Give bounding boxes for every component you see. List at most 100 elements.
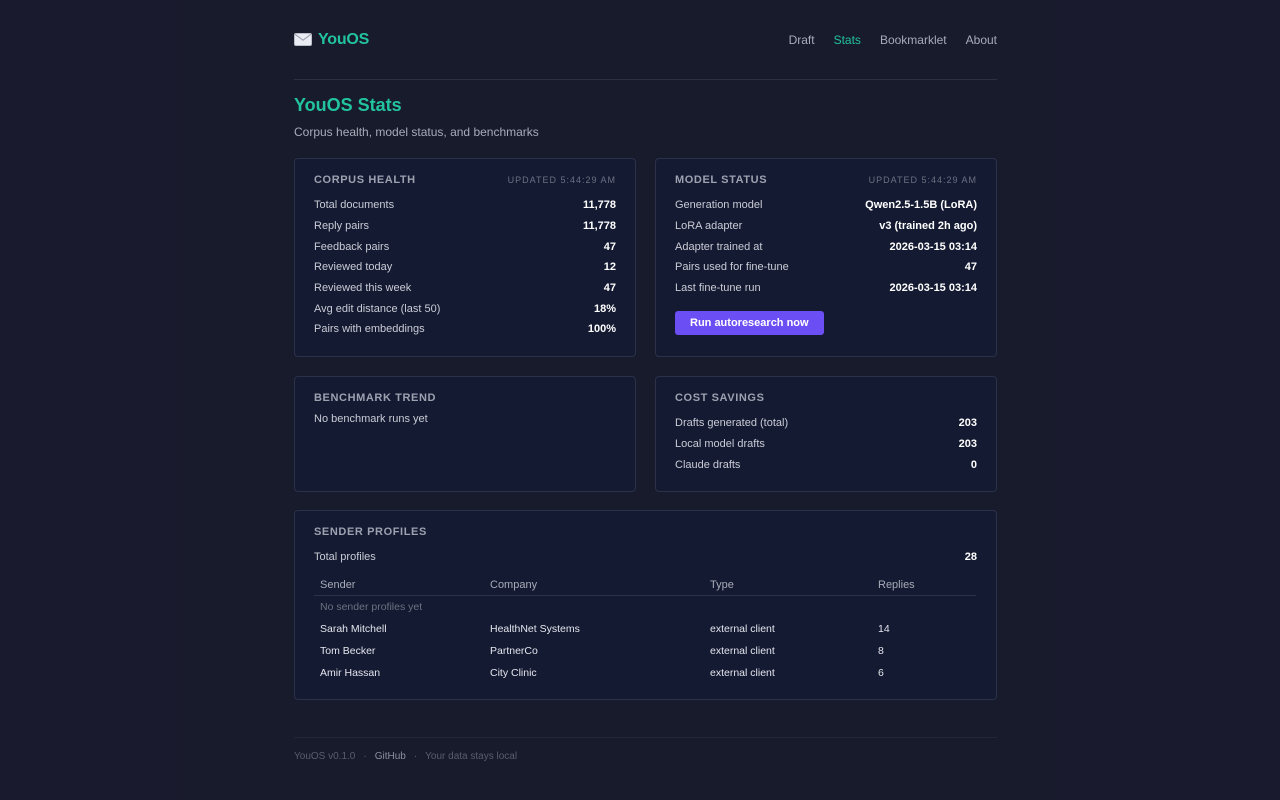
card-title: Cost Savings <box>675 392 765 404</box>
page: YouOS Draft Stats Bookmarklet About YouO… <box>178 0 1058 800</box>
cell-type: external client <box>710 666 775 679</box>
sender-profiles-card: Sender Profiles Total profiles 28 Sender… <box>294 510 997 700</box>
stat-label: Pairs used for fine-tune <box>675 261 789 274</box>
table-row[interactable]: Amir Hassan City Clinic external client … <box>314 662 976 684</box>
stat-value: 203 <box>958 438 977 451</box>
stat-value: 11,778 <box>582 220 616 233</box>
cost-savings-card: Cost Savings Drafts generated (total) 203… <box>655 376 997 492</box>
cell-replies: 6 <box>878 666 884 679</box>
cell-company: City Clinic <box>490 666 537 679</box>
stat-row: Avg edit distance (last 50) 18% <box>314 298 616 319</box>
corpus-health-card: Corpus Health Updated 5:44:29 AM Total d… <box>294 158 636 357</box>
stat-row: Drafts generated (total) 203 <box>675 413 977 434</box>
empty-state: No benchmark runs yet <box>314 413 428 425</box>
stat-row: LoRA adapter v3 (trained 2h ago) <box>675 216 977 237</box>
cell-sender: Sarah Mitchell <box>320 622 387 635</box>
table-header-row: Sender Company Type Replies <box>314 572 976 596</box>
model-status-card: Model Status Updated 5:44:29 AM Generati… <box>655 158 997 357</box>
stat-label: Last fine-tune run <box>675 282 761 295</box>
card-title: Corpus Health <box>314 174 416 186</box>
stat-row: Pairs used for fine-tune 47 <box>675 257 977 278</box>
cell-sender: Amir Hassan <box>320 666 381 679</box>
sender-profiles-table: Sender Company Type Replies No sender pr… <box>314 572 976 684</box>
footer: YouOS v0.1.0 · GitHub · Your data stays … <box>294 737 997 762</box>
stat-value: 28 <box>964 551 977 564</box>
nav-about[interactable]: About <box>966 33 997 47</box>
stat-label: Drafts generated (total) <box>675 417 789 430</box>
nav-draft[interactable]: Draft <box>789 33 815 47</box>
stat-value: 100% <box>587 323 616 336</box>
top-bar: YouOS Draft Stats Bookmarklet About <box>294 0 997 80</box>
table-empty-row: No sender profiles yet <box>314 595 976 618</box>
content-container: YouOS Draft Stats Bookmarklet About YouO… <box>294 0 997 762</box>
column-header-replies[interactable]: Replies <box>872 572 976 596</box>
envelope-icon <box>294 33 312 46</box>
stat-value: 11,778 <box>582 199 616 212</box>
stat-row: Reply pairs 11,778 <box>314 216 616 237</box>
card-title: Benchmark Trend <box>314 392 437 404</box>
stat-label: Pairs with embeddings <box>314 323 425 336</box>
stat-row: Generation model Qwen2.5-1.5B (LoRA) <box>675 195 977 216</box>
stat-label: Feedback pairs <box>314 240 390 253</box>
table-row[interactable]: Sarah Mitchell HealthNet Systems externa… <box>314 618 976 640</box>
nav-bookmarklet[interactable]: Bookmarklet <box>880 33 947 47</box>
cell-type: external client <box>710 622 775 635</box>
stat-label: Adapter trained at <box>675 240 763 253</box>
stat-value: 2026-03-15 03:14 <box>889 282 977 295</box>
stat-row: Claude drafts 0 <box>675 454 977 475</box>
page-subtitle: Corpus health, model status, and benchma… <box>294 125 539 139</box>
stat-row: Reviewed this week 47 <box>314 278 616 299</box>
stat-label: Claude drafts <box>675 458 741 471</box>
stat-value: 47 <box>603 240 616 253</box>
stat-value: 47 <box>603 282 616 295</box>
stat-value: v3 (trained 2h ago) <box>879 220 977 233</box>
run-autoresearch-button[interactable]: Run autoresearch now <box>675 311 824 336</box>
stat-label: Total documents <box>314 199 395 212</box>
cell-company: PartnerCo <box>490 644 538 657</box>
footer-tagline: Your data stays local <box>425 751 518 762</box>
page-title: YouOS Stats <box>294 95 402 115</box>
main-nav: Draft Stats Bookmarklet About <box>789 31 997 47</box>
stat-value: 18% <box>593 302 616 315</box>
stat-row: Reviewed today 12 <box>314 257 616 278</box>
nav-stats[interactable]: Stats <box>834 33 861 47</box>
cell-replies: 8 <box>878 644 884 657</box>
stat-row: Local model drafts 203 <box>675 434 977 455</box>
brand[interactable]: YouOS <box>294 29 369 49</box>
stat-row: Feedback pairs 47 <box>314 236 616 257</box>
stat-value: 47 <box>964 261 977 274</box>
card-title: Sender Profiles <box>314 526 427 538</box>
stat-label: Reviewed today <box>314 261 393 274</box>
stat-value: Qwen2.5-1.5B (LoRA) <box>865 199 977 212</box>
stat-label: Reviewed this week <box>314 282 412 295</box>
updated-time: Updated 5:44:29 AM <box>868 175 977 185</box>
stat-value: 2026-03-15 03:14 <box>889 240 977 253</box>
stat-label: Reply pairs <box>314 220 370 233</box>
stat-row: Adapter trained at 2026-03-15 03:14 <box>675 236 977 257</box>
brand-name: YouOS <box>318 30 370 48</box>
stat-label: Generation model <box>675 199 763 212</box>
stat-label: LoRA adapter <box>675 220 743 233</box>
total-profiles-row: Total profiles 28 <box>314 547 977 568</box>
footer-separator: · <box>413 751 418 762</box>
stat-label: Avg edit distance (last 50) <box>314 302 441 315</box>
cell-type: external client <box>710 644 775 657</box>
empty-state: No sender profiles yet <box>320 600 423 613</box>
benchmark-trend-card: Benchmark Trend No benchmark runs yet <box>294 376 636 492</box>
version-label: YouOS v0.1.0 <box>294 751 356 762</box>
github-link[interactable]: GitHub <box>375 751 406 762</box>
stat-value: 0 <box>970 458 977 471</box>
stat-row: Last fine-tune run 2026-03-15 03:14 <box>675 278 977 299</box>
table-row[interactable]: Tom Becker PartnerCo external client 8 <box>314 640 976 662</box>
card-title: Model Status <box>675 174 768 186</box>
stat-value: 12 <box>603 261 616 274</box>
cell-sender: Tom Becker <box>320 644 376 657</box>
stat-label: Local model drafts <box>675 438 765 451</box>
column-header-company[interactable]: Company <box>484 572 704 596</box>
updated-time: Updated 5:44:29 AM <box>507 175 616 185</box>
stat-row: Pairs with embeddings 100% <box>314 319 616 340</box>
cell-company: HealthNet Systems <box>490 622 580 635</box>
column-header-type[interactable]: Type <box>704 572 872 596</box>
cell-replies: 14 <box>878 622 890 635</box>
column-header-sender[interactable]: Sender <box>314 572 484 596</box>
